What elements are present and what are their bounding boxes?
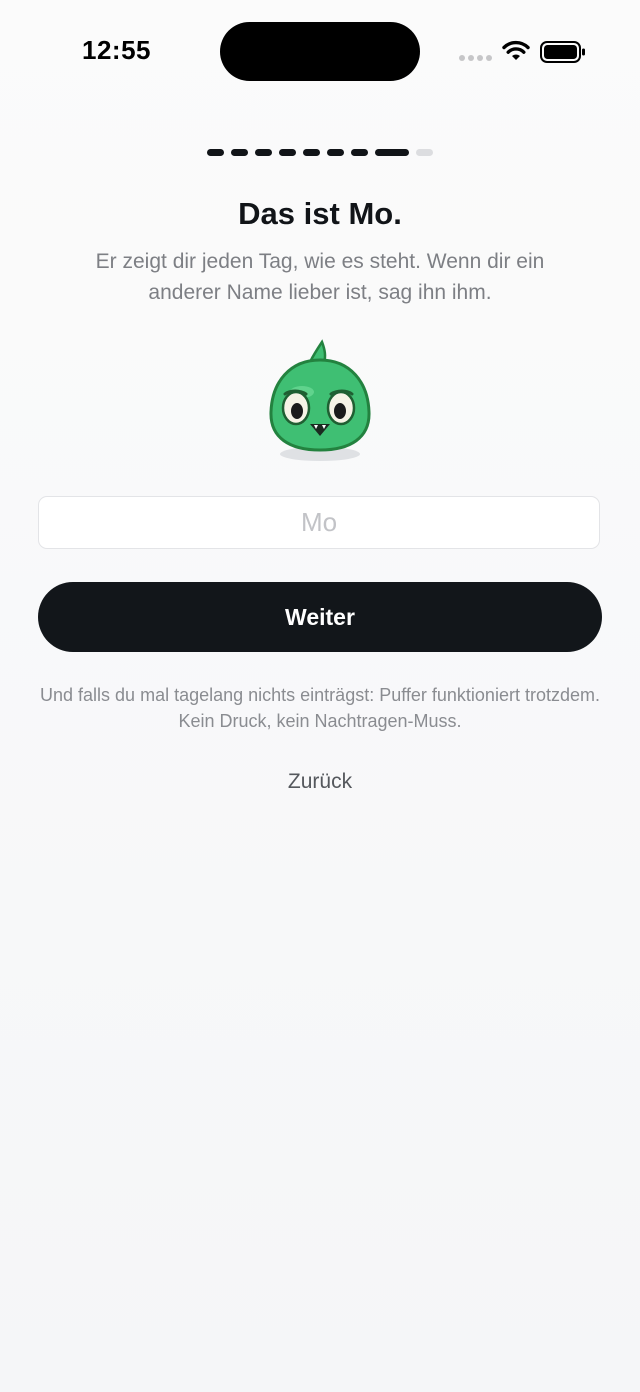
mascot-name-input[interactable] bbox=[38, 496, 600, 549]
progress-step bbox=[416, 149, 433, 156]
hint-text: Und falls du mal tagelang nichts einträg… bbox=[40, 685, 600, 731]
progress-step bbox=[327, 149, 344, 156]
wifi-icon bbox=[502, 40, 530, 60]
status-bar: 12:55 bbox=[0, 0, 640, 100]
progress-step bbox=[207, 149, 224, 156]
progress-step bbox=[351, 149, 368, 156]
page-title: Das ist Mo. bbox=[238, 196, 402, 231]
dynamic-island bbox=[220, 22, 420, 81]
onboarding-progress bbox=[207, 149, 435, 156]
page-subtitle: Er zeigt dir jeden Tag, wie es steht. We… bbox=[95, 250, 545, 304]
progress-step bbox=[279, 149, 296, 156]
progress-step-current bbox=[375, 149, 409, 156]
status-time: 12:55 bbox=[82, 35, 151, 65]
mascot-icon bbox=[269, 339, 371, 461]
progress-step bbox=[303, 149, 320, 156]
continue-button[interactable]: Weiter bbox=[38, 582, 602, 652]
back-button[interactable]: Zurück bbox=[0, 770, 640, 794]
progress-step bbox=[255, 149, 272, 156]
battery-icon bbox=[540, 41, 585, 63]
progress-step bbox=[231, 149, 248, 156]
cellular-signal-icon bbox=[459, 55, 492, 61]
